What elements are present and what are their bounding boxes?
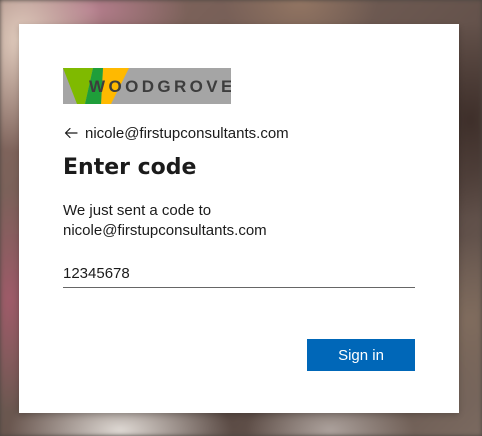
description-line-2: nicole@firstupconsultants.com: [63, 222, 267, 239]
arrow-left-icon[interactable]: [63, 125, 79, 141]
signin-card: WOODGROVE nicole@firstupconsultants.com …: [19, 24, 459, 413]
sign-in-button[interactable]: Sign in: [307, 339, 415, 371]
code-input[interactable]: [63, 259, 415, 288]
identity-banner[interactable]: nicole@firstupconsultants.com: [63, 123, 289, 143]
logo-text: WOODGROVE: [89, 77, 231, 96]
description-line-1: We just sent a code to: [63, 202, 212, 219]
code-sent-description: We just sent a code to nicole@firstupcon…: [63, 201, 423, 241]
identity-email: nicole@firstupconsultants.com: [85, 124, 289, 142]
page-title: Enter code: [63, 155, 197, 180]
woodgrove-logo: WOODGROVE: [63, 68, 231, 104]
